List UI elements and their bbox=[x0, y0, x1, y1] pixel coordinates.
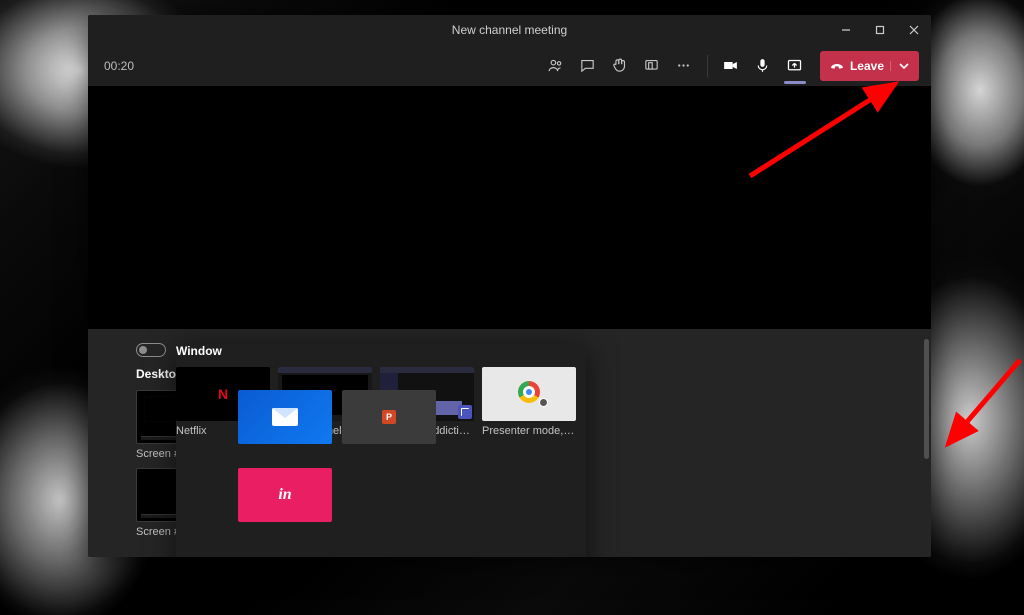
share-screen-icon[interactable] bbox=[780, 51, 810, 81]
chrome-icon bbox=[518, 381, 540, 403]
window-close-button[interactable] bbox=[897, 15, 931, 45]
share-tray: Include computer sound Desktop Screen #1… bbox=[88, 329, 931, 557]
rooms-icon[interactable] bbox=[637, 51, 667, 81]
window-maximize-button[interactable] bbox=[863, 15, 897, 45]
teams-icon bbox=[458, 405, 472, 419]
leave-label: Leave bbox=[850, 59, 884, 73]
meeting-toolbar: 00:20 Leave bbox=[88, 45, 931, 87]
include-sound-toggle[interactable] bbox=[136, 343, 166, 357]
leave-button[interactable]: Leave bbox=[820, 51, 919, 81]
microphone-icon[interactable] bbox=[748, 51, 778, 81]
video-stage bbox=[88, 87, 931, 329]
reactions-icon[interactable] bbox=[605, 51, 635, 81]
more-actions-icon[interactable] bbox=[669, 51, 699, 81]
window-minimize-button[interactable] bbox=[829, 15, 863, 45]
leave-options-caret[interactable] bbox=[890, 61, 915, 71]
toolbar-separator bbox=[707, 55, 708, 77]
hangup-icon bbox=[830, 59, 844, 73]
section-window: Window bbox=[176, 344, 586, 359]
chat-icon[interactable] bbox=[573, 51, 603, 81]
meeting-window: New channel meeting 00:20 bbox=[88, 15, 931, 557]
scrollbar[interactable] bbox=[924, 339, 929, 459]
share-window-presenter[interactable]: Presenter mode, notes a… bbox=[482, 367, 576, 437]
meeting-timer: 00:20 bbox=[100, 59, 134, 73]
tile-label: Presenter mode, notes a… bbox=[482, 425, 576, 437]
window-title: New channel meeting bbox=[452, 23, 567, 37]
netflix-icon: N bbox=[218, 386, 228, 402]
whiteboard-icon bbox=[272, 408, 298, 426]
camera-icon[interactable] bbox=[716, 51, 746, 81]
powerpoint-icon bbox=[382, 410, 396, 424]
invision-icon: in bbox=[278, 486, 291, 504]
titlebar: New channel meeting bbox=[88, 15, 931, 45]
participants-icon[interactable] bbox=[541, 51, 571, 81]
